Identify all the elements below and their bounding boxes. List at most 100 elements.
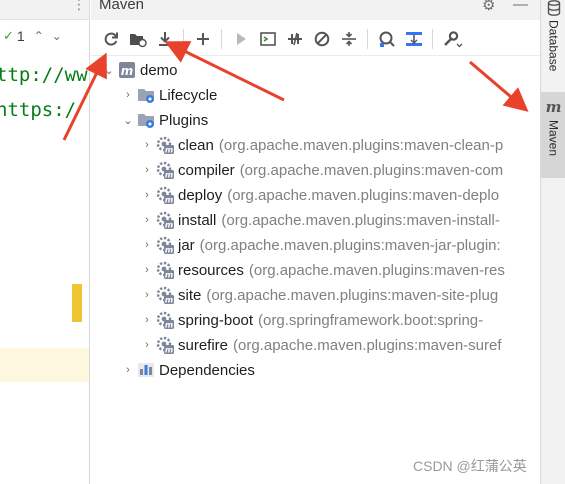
gear-icon[interactable]: ⚙: [482, 0, 495, 14]
show-dependencies-button[interactable]: [335, 26, 362, 52]
expand-arrow-icon[interactable]: ›: [139, 214, 155, 226]
svg-text:m: m: [165, 271, 173, 280]
project-name: demo: [140, 61, 178, 79]
plugin-name: resources: [178, 261, 244, 279]
database-tab[interactable]: Database: [541, 0, 565, 84]
reload-icon: [104, 32, 118, 46]
show-diagram-button[interactable]: [400, 26, 427, 52]
expand-arrow-icon[interactable]: ›: [139, 289, 155, 301]
inspection-count: 1: [16, 28, 25, 44]
generate-sources-button[interactable]: [124, 26, 151, 52]
svg-text:m: m: [165, 171, 173, 180]
execute-maven-goal-button[interactable]: [254, 26, 281, 52]
tool-window-title: Maven: [99, 0, 145, 13]
dependencies-label: Dependencies: [159, 361, 255, 379]
code-line[interactable]: https:/: [0, 99, 76, 121]
plugin-gear-icon: m: [155, 135, 175, 155]
run-maven-build-button[interactable]: [227, 26, 254, 52]
code-line[interactable]: ttp://ww: [0, 64, 88, 86]
diagram-icon: [405, 31, 422, 46]
tree-row-project[interactable]: ⌄ m demo: [101, 58, 178, 82]
tree-row-plugin-resources[interactable]: › m resources (org.apache.maven.plugins:mav…: [139, 258, 505, 282]
inspection-widget[interactable]: ✓ 1 ⌃⌄: [3, 28, 70, 44]
toolbar-separator: [432, 28, 433, 49]
toggle-offline-mode-button[interactable]: [281, 26, 308, 52]
plugin-coordinates: (org.apache.maven.plugins:maven-com: [239, 161, 504, 179]
svg-text:m: m: [165, 196, 173, 205]
plugin-coordinates: (org.apache.maven.plugins:maven-deplo: [227, 186, 500, 204]
right-tool-strip: Database m Maven: [540, 0, 565, 484]
expand-arrow-icon[interactable]: ›: [120, 89, 136, 101]
maven-module-icon: m: [117, 60, 137, 80]
skip-tests-button[interactable]: [308, 26, 335, 52]
svg-text:m: m: [165, 146, 173, 155]
plus-icon: [196, 32, 209, 45]
tree-row-plugin-deploy[interactable]: › m deploy (org.apache.maven.plugins:maven-…: [139, 183, 499, 207]
analyze-dependencies-button[interactable]: [373, 26, 400, 52]
expand-arrow-icon[interactable]: ⌄: [120, 114, 136, 127]
tree-row-plugin-compiler[interactable]: › m compiler (org.apache.maven.plugins:mave…: [139, 158, 503, 182]
maven-tool-window: Maven ⚙ — ⌄ m demo › Lifecycle ⌄ Plugins…: [91, 0, 540, 484]
tree-row-plugin-surefire[interactable]: › m surefire (org.apache.maven.plugins:mave…: [139, 333, 502, 357]
plugin-name: clean: [178, 136, 214, 154]
expand-arrow-icon[interactable]: ›: [139, 139, 155, 151]
expand-arrow-icon[interactable]: ›: [139, 314, 155, 326]
maven-tab[interactable]: m Maven: [541, 92, 565, 178]
add-maven-project-button[interactable]: [189, 26, 216, 52]
warning-marker: [72, 284, 82, 322]
tree-row-lifecycle[interactable]: › Lifecycle: [120, 83, 217, 107]
plugin-gear-icon: m: [155, 235, 175, 255]
plugin-gear-icon: m: [155, 310, 175, 330]
plugin-coordinates: (org.apache.maven.plugins:maven-jar-plug…: [199, 236, 501, 254]
check-icon: ✓: [3, 28, 14, 43]
plugin-gear-icon: m: [155, 285, 175, 305]
tree-row-plugin-install[interactable]: › m install (org.apache.maven.plugins:maven…: [139, 208, 500, 232]
minimize-icon[interactable]: —: [513, 0, 528, 13]
lifecycle-label: Lifecycle: [159, 86, 218, 104]
expand-arrow-icon[interactable]: ›: [139, 164, 155, 176]
svg-text:m: m: [121, 64, 134, 78]
dependencies-icon: [136, 360, 156, 380]
maven-tab-icon: m: [545, 98, 562, 116]
analyze-icon: [379, 31, 395, 47]
tree-row-plugin-site[interactable]: › m site (org.apache.maven.plugins:maven-si…: [139, 283, 498, 307]
toolbar-separator: [183, 28, 184, 49]
wrench-icon: [443, 30, 462, 47]
plugins-folder-icon: [136, 110, 156, 130]
svg-text:m: m: [165, 321, 173, 330]
reload-all-projects-button[interactable]: [97, 26, 124, 52]
tree-row-dependencies[interactable]: › Dependencies: [120, 358, 255, 382]
plugin-coordinates: (org.apache.maven.plugins:maven-res: [248, 261, 505, 279]
offline-icon: [287, 32, 302, 45]
plugin-gear-icon: m: [155, 210, 175, 230]
inspection-nav-icons[interactable]: ⌃⌄: [34, 29, 70, 43]
more-options-icon[interactable]: ⋮: [72, 0, 86, 13]
expand-arrow-icon[interactable]: ›: [139, 339, 155, 351]
plugin-coordinates: (org.apache.maven.plugins:maven-suref: [233, 336, 502, 354]
maven-tab-label: Maven: [546, 120, 561, 157]
database-tab-label: Database: [546, 20, 561, 72]
skip-tests-icon: [314, 31, 329, 46]
plugin-gear-icon: m: [155, 335, 175, 355]
plugin-name: install: [178, 211, 217, 229]
expand-arrow-icon[interactable]: ›: [139, 189, 155, 201]
expand-arrow-icon[interactable]: ›: [139, 239, 155, 251]
svg-text:m: m: [165, 221, 173, 230]
expand-arrow-icon[interactable]: ›: [139, 264, 155, 276]
tree-row-plugin-clean[interactable]: › m clean (org.apache.maven.plugins:maven-c…: [139, 133, 503, 157]
toolbar-separator: [367, 28, 368, 49]
plugin-coordinates: (org.apache.maven.plugins:maven-clean-p: [218, 136, 504, 154]
plugin-name: compiler: [178, 161, 235, 179]
tree-row-plugins[interactable]: ⌄ Plugins: [120, 108, 208, 132]
plugin-name: spring-boot: [178, 311, 254, 329]
plugin-coordinates: (org.apache.maven.plugins:maven-install-: [221, 211, 500, 229]
tree-row-plugin-spring-boot[interactable]: › m spring-boot (org.springframework.boot:s…: [139, 308, 483, 332]
expand-arrow-icon[interactable]: ⌄: [101, 64, 117, 77]
download-sources-button[interactable]: [151, 26, 178, 52]
plugin-gear-icon: m: [155, 160, 175, 180]
terminal-icon: [259, 31, 276, 46]
expand-arrow-icon[interactable]: ›: [120, 364, 136, 376]
maven-settings-button[interactable]: [438, 26, 465, 52]
editor-panel: ⋮ ✓ 1 ⌃⌄ ttp://ww https:/: [0, 0, 90, 484]
tree-row-plugin-jar[interactable]: › m jar (org.apache.maven.plugins:maven-jar…: [139, 233, 501, 257]
